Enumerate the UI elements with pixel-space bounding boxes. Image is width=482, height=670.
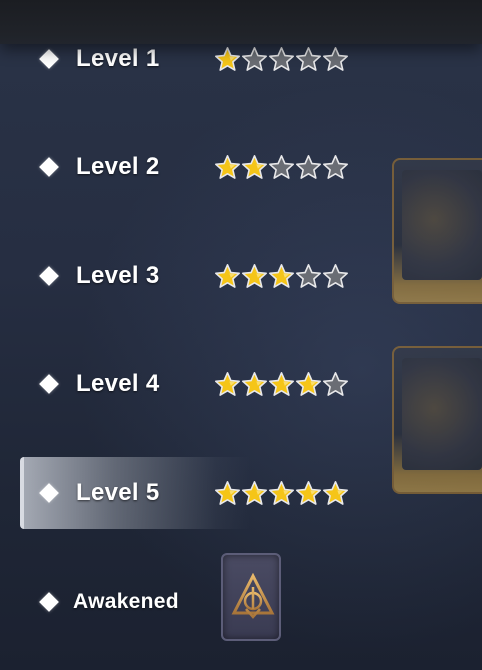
star-empty-icon xyxy=(296,154,321,179)
star-empty-icon xyxy=(323,263,348,288)
star-rating xyxy=(214,46,349,73)
star-rating xyxy=(214,371,349,398)
awakening-emblem-graphic xyxy=(231,573,275,619)
level-row-4[interactable]: Level 4 xyxy=(0,349,482,419)
star-empty-icon xyxy=(323,371,348,396)
level-label: Level 3 xyxy=(76,262,160,289)
star-empty-icon xyxy=(269,46,294,71)
diamond-bullet-icon xyxy=(39,374,59,394)
diamond-bullet-icon xyxy=(39,49,59,69)
star-filled-icon xyxy=(242,154,267,179)
diamond-bullet-icon xyxy=(39,266,59,286)
diamond-bullet-icon xyxy=(39,592,59,612)
top-bar xyxy=(0,0,482,44)
star-filled-icon xyxy=(242,480,267,505)
level-row-2[interactable]: Level 2 xyxy=(0,132,482,202)
level-label: Level 1 xyxy=(76,45,160,72)
star-filled-icon xyxy=(296,480,321,505)
star-filled-icon xyxy=(269,480,294,505)
star-rating xyxy=(214,154,349,181)
star-filled-icon xyxy=(269,263,294,288)
star-empty-icon xyxy=(242,46,267,71)
diamond-bullet-icon xyxy=(39,483,59,503)
star-filled-icon xyxy=(215,480,240,505)
star-empty-icon xyxy=(296,263,321,288)
star-rating xyxy=(214,263,349,290)
star-filled-icon xyxy=(242,371,267,396)
diamond-bullet-icon xyxy=(39,157,59,177)
star-empty-icon xyxy=(323,46,348,71)
star-filled-icon xyxy=(242,263,267,288)
star-filled-icon xyxy=(323,480,348,505)
awakening-triangle-emblem-icon[interactable] xyxy=(221,553,281,641)
upgrade-panel: Level 1 Level 2 Level 3 Level 4 Level 5 … xyxy=(0,0,482,670)
star-filled-icon xyxy=(296,371,321,396)
star-filled-icon xyxy=(269,371,294,396)
star-filled-icon xyxy=(215,263,240,288)
star-rating xyxy=(214,480,349,507)
awakened-label: Awakened xyxy=(73,590,179,613)
level-row-3[interactable]: Level 3 xyxy=(0,241,482,311)
level-label: Level 2 xyxy=(76,153,160,180)
star-empty-icon xyxy=(323,154,348,179)
star-filled-icon xyxy=(215,154,240,179)
level-row-5[interactable]: Level 5 xyxy=(0,458,482,528)
star-empty-icon xyxy=(269,154,294,179)
star-empty-icon xyxy=(296,46,321,71)
level-label: Level 4 xyxy=(76,370,160,397)
star-filled-icon xyxy=(215,46,240,71)
star-filled-icon xyxy=(215,371,240,396)
level-label: Level 5 xyxy=(76,479,160,506)
